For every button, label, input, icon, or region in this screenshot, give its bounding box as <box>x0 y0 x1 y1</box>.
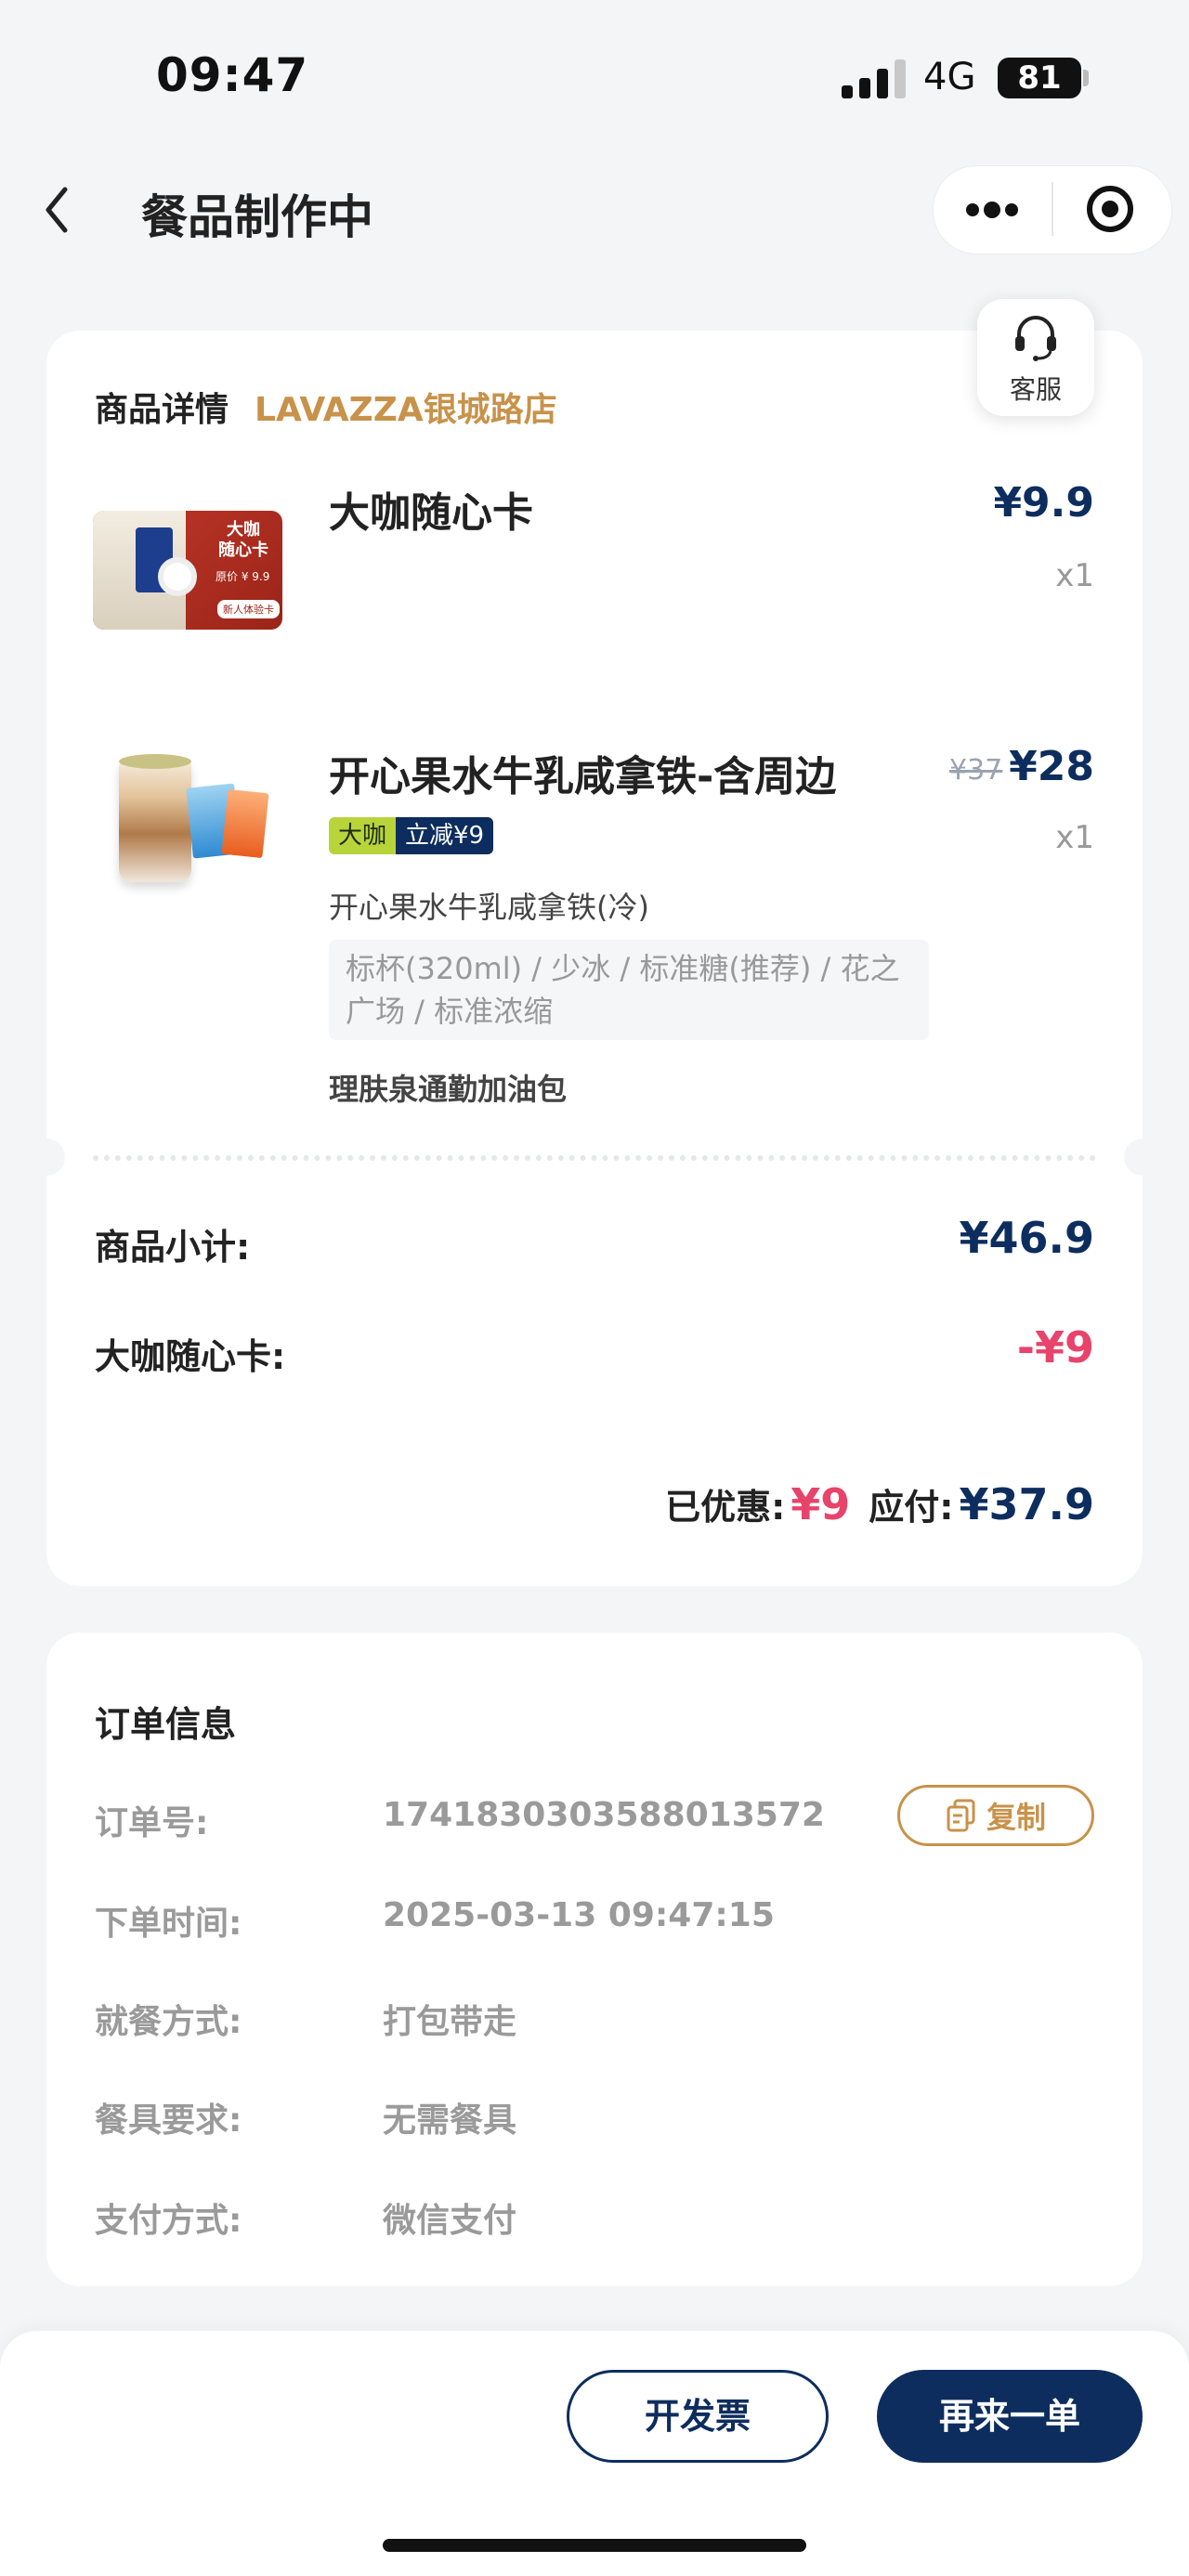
ticket-notch-left <box>28 1138 65 1176</box>
item-specs: 标杯(320ml) / 少冰 / 标准糖(推荐) / 花之广场 / 标准浓缩 <box>329 940 929 1040</box>
saved-label: 已优惠: <box>665 1487 786 1528</box>
signal-icon <box>842 58 907 98</box>
order-number: 1741830303588013572 <box>383 1796 825 1834</box>
saved-value: ¥9 <box>790 1479 851 1529</box>
item-original-price: ¥37 <box>949 754 1003 787</box>
info-label: 下单时间: <box>95 1905 242 1943</box>
promo-badge-discount: 立减¥9 <box>396 817 494 854</box>
item-variant: 开心果水牛乳咸拿铁(冷) <box>329 890 649 925</box>
card-discount-value: -¥9 <box>1016 1322 1094 1373</box>
copy-icon <box>947 1799 975 1832</box>
payable-label: 应付: <box>869 1487 954 1528</box>
network-type: 4G <box>923 56 976 98</box>
customer-service-label: 客服 <box>1009 374 1062 405</box>
coffee-card-image: 大咖 随心卡 原价 ¥ 9.9 新人体验卡 <box>93 511 282 630</box>
back-arrow-icon[interactable] <box>37 182 78 238</box>
subtotal-value: ¥46.9 <box>959 1213 1094 1263</box>
copy-button[interactable]: 复制 <box>897 1785 1094 1846</box>
item-price: ¥9.9 <box>993 479 1094 527</box>
latte-product-image <box>97 743 279 901</box>
headset-icon <box>1015 316 1056 361</box>
invoice-button[interactable]: 开发票 <box>567 2370 829 2463</box>
subtotal-label: 商品小计: <box>95 1227 251 1268</box>
order-time: 2025-03-13 09:47:15 <box>383 1896 775 1934</box>
item-name: 开心果水牛乳咸拿铁-含周边 <box>329 753 837 800</box>
card-discount-label: 大咖随心卡: <box>95 1336 286 1377</box>
battery-indicator: 81 <box>998 58 1081 98</box>
item-name: 大咖随心卡 <box>329 489 533 537</box>
info-label: 就餐方式: <box>95 2003 242 2041</box>
status-time: 09:47 <box>156 48 309 102</box>
close-target-icon[interactable] <box>1087 186 1133 232</box>
payment-method: 微信支付 <box>383 2202 517 2240</box>
info-label: 餐具要求: <box>95 2101 242 2140</box>
promo-badge-tier: 大咖 <box>329 817 397 854</box>
dotted-divider <box>93 1155 1096 1161</box>
capsule-divider <box>1052 182 1053 236</box>
customer-service-button[interactable]: 客服 <box>977 299 1094 416</box>
home-indicator[interactable] <box>383 2539 806 2552</box>
reorder-button[interactable]: 再来一单 <box>877 2370 1143 2463</box>
dining-method: 打包带走 <box>383 2003 517 2041</box>
item-qty: x1 <box>1055 557 1094 594</box>
promo-badge: 大咖 立减¥9 <box>329 817 494 854</box>
info-label: 订单号: <box>95 1804 209 1842</box>
item-gift: 理肤泉通勤加油包 <box>329 1072 568 1107</box>
battery-cap-icon <box>1083 70 1089 86</box>
store-name[interactable]: LAVAZZA银城路店 <box>255 383 557 431</box>
order-info-title: 订单信息 <box>95 1704 237 1745</box>
info-label: 支付方式: <box>95 2202 242 2240</box>
page-title: 餐品制作中 <box>141 190 373 244</box>
more-dots-icon[interactable] <box>966 198 1018 220</box>
payable-value: ¥37.9 <box>959 1479 1094 1529</box>
copy-label: 复制 <box>986 1800 1046 1835</box>
ticket-notch-right <box>1124 1138 1161 1176</box>
utensil-requirement: 无需餐具 <box>383 2101 517 2140</box>
item-price: ¥28 <box>1009 743 1094 790</box>
total-row: 已优惠: ¥9 应付: ¥37.9 <box>665 1478 1094 1529</box>
section-label-detail: 商品详情 <box>95 391 229 429</box>
item-qty: x1 <box>1055 819 1094 856</box>
